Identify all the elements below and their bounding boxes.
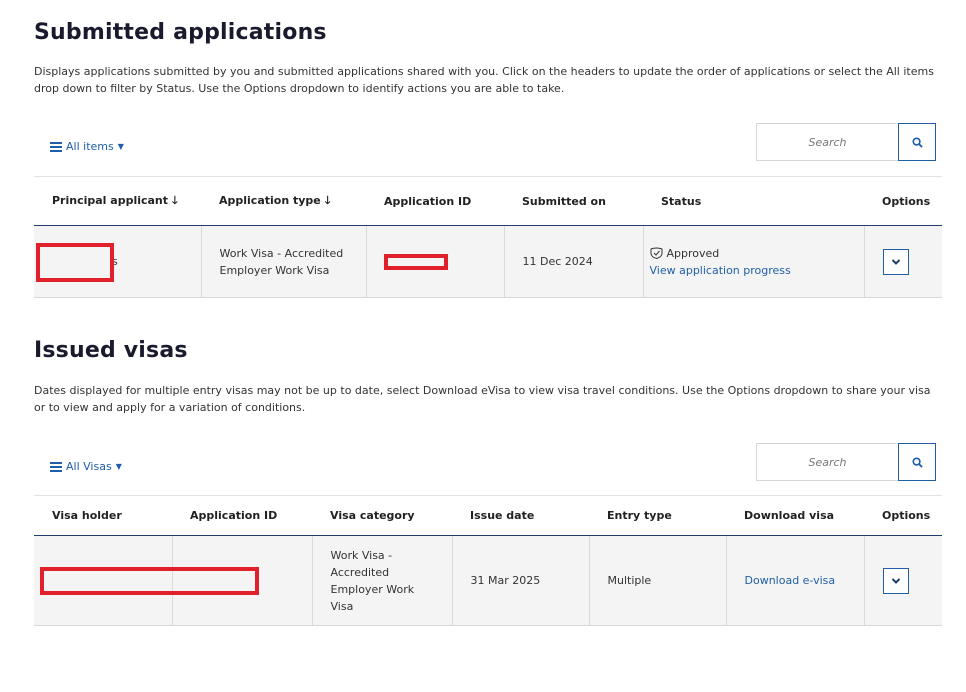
issued-search xyxy=(756,443,936,481)
col-download-visa[interactable]: Download visa xyxy=(726,495,864,536)
download-e-visa-link[interactable]: Download e-visa xyxy=(745,574,836,587)
all-visas-dropdown[interactable]: All Visas ▼ xyxy=(50,460,122,473)
table-header-row: Visa holder Application ID Visa category… xyxy=(34,495,942,536)
chevron-down-icon xyxy=(891,258,900,265)
submitted-options-button[interactable] xyxy=(882,248,909,275)
issued-search-input[interactable] xyxy=(756,443,898,481)
download-visa-cell: Download e-visa xyxy=(726,535,865,626)
all-visas-label: All Visas xyxy=(66,460,112,473)
col-submitted-on[interactable]: Submitted on xyxy=(504,176,643,226)
col-visa-category[interactable]: Visa category xyxy=(312,495,452,536)
visa-category-cell: Work Visa - Accredited Employer Work Vis… xyxy=(312,535,453,626)
chevron-down-icon xyxy=(891,577,900,584)
arrow-down-icon: 🡓 xyxy=(324,193,331,207)
search-icon xyxy=(911,136,923,148)
status-cell: Approved View application progress xyxy=(643,225,865,298)
issue-date-cell: 31 Mar 2025 xyxy=(452,535,590,626)
submitted-search-input[interactable] xyxy=(756,123,898,161)
application-type-cell: Work Visa - Accredited Employer Work Vis… xyxy=(201,225,367,298)
submitted-on-cell: 11 Dec 2024 xyxy=(504,225,644,298)
redaction-box-principal xyxy=(36,243,114,282)
submitted-applications-table: Principal applicant 🡓 Application type 🡓 A… xyxy=(34,176,942,298)
all-items-label: All items xyxy=(66,140,114,153)
search-icon xyxy=(911,456,923,468)
issued-search-button[interactable] xyxy=(898,443,936,481)
col-application-id[interactable]: Application ID xyxy=(366,176,504,226)
col-options: Options xyxy=(864,176,942,226)
col-visa-holder[interactable]: Visa holder xyxy=(34,495,172,536)
status-badge: Approved xyxy=(650,245,864,262)
redaction-box-visa-holder xyxy=(40,567,259,595)
caret-down-icon: ▼ xyxy=(117,142,124,151)
list-icon xyxy=(50,461,62,472)
issued-visas-table: Visa holder Application ID Visa category… xyxy=(34,495,942,626)
submitted-search xyxy=(756,123,936,161)
col-application-type[interactable]: Application type 🡓 xyxy=(201,176,366,226)
all-items-dropdown[interactable]: All items ▼ xyxy=(50,140,124,153)
col-entry-type[interactable]: Entry type xyxy=(589,495,726,536)
col-application-id[interactable]: Application ID xyxy=(172,495,312,536)
options-cell xyxy=(864,535,942,626)
options-cell xyxy=(864,225,942,298)
status-text: Approved xyxy=(666,246,720,260)
col-options: Options xyxy=(864,495,942,536)
submitted-applications-title: Submitted applications xyxy=(34,20,327,45)
submitted-search-button[interactable] xyxy=(898,123,936,161)
table-row: s Work Visa - Accredited Employer Work V… xyxy=(34,225,942,298)
redaction-box-application-id xyxy=(384,254,448,270)
col-principal-applicant[interactable]: Principal applicant 🡓 xyxy=(34,176,201,226)
entry-type-cell: Multiple xyxy=(589,535,727,626)
issued-visas-title: Issued visas xyxy=(34,338,188,363)
list-icon xyxy=(50,141,62,152)
issued-visas-description: Dates displayed for multiple entry visas… xyxy=(34,384,931,414)
caret-down-icon: ▼ xyxy=(115,462,122,471)
arrow-down-icon: 🡓 xyxy=(172,193,178,207)
col-status[interactable]: Status xyxy=(643,176,864,226)
table-header-row: Principal applicant 🡓 Application type 🡓 A… xyxy=(34,176,942,226)
view-application-progress-link[interactable]: View application progress xyxy=(650,262,864,279)
col-issue-date[interactable]: Issue date xyxy=(452,495,589,536)
shield-check-icon xyxy=(650,247,662,259)
issued-options-button[interactable] xyxy=(882,567,909,594)
submitted-applications-description: Displays applications submitted by you a… xyxy=(34,65,934,95)
